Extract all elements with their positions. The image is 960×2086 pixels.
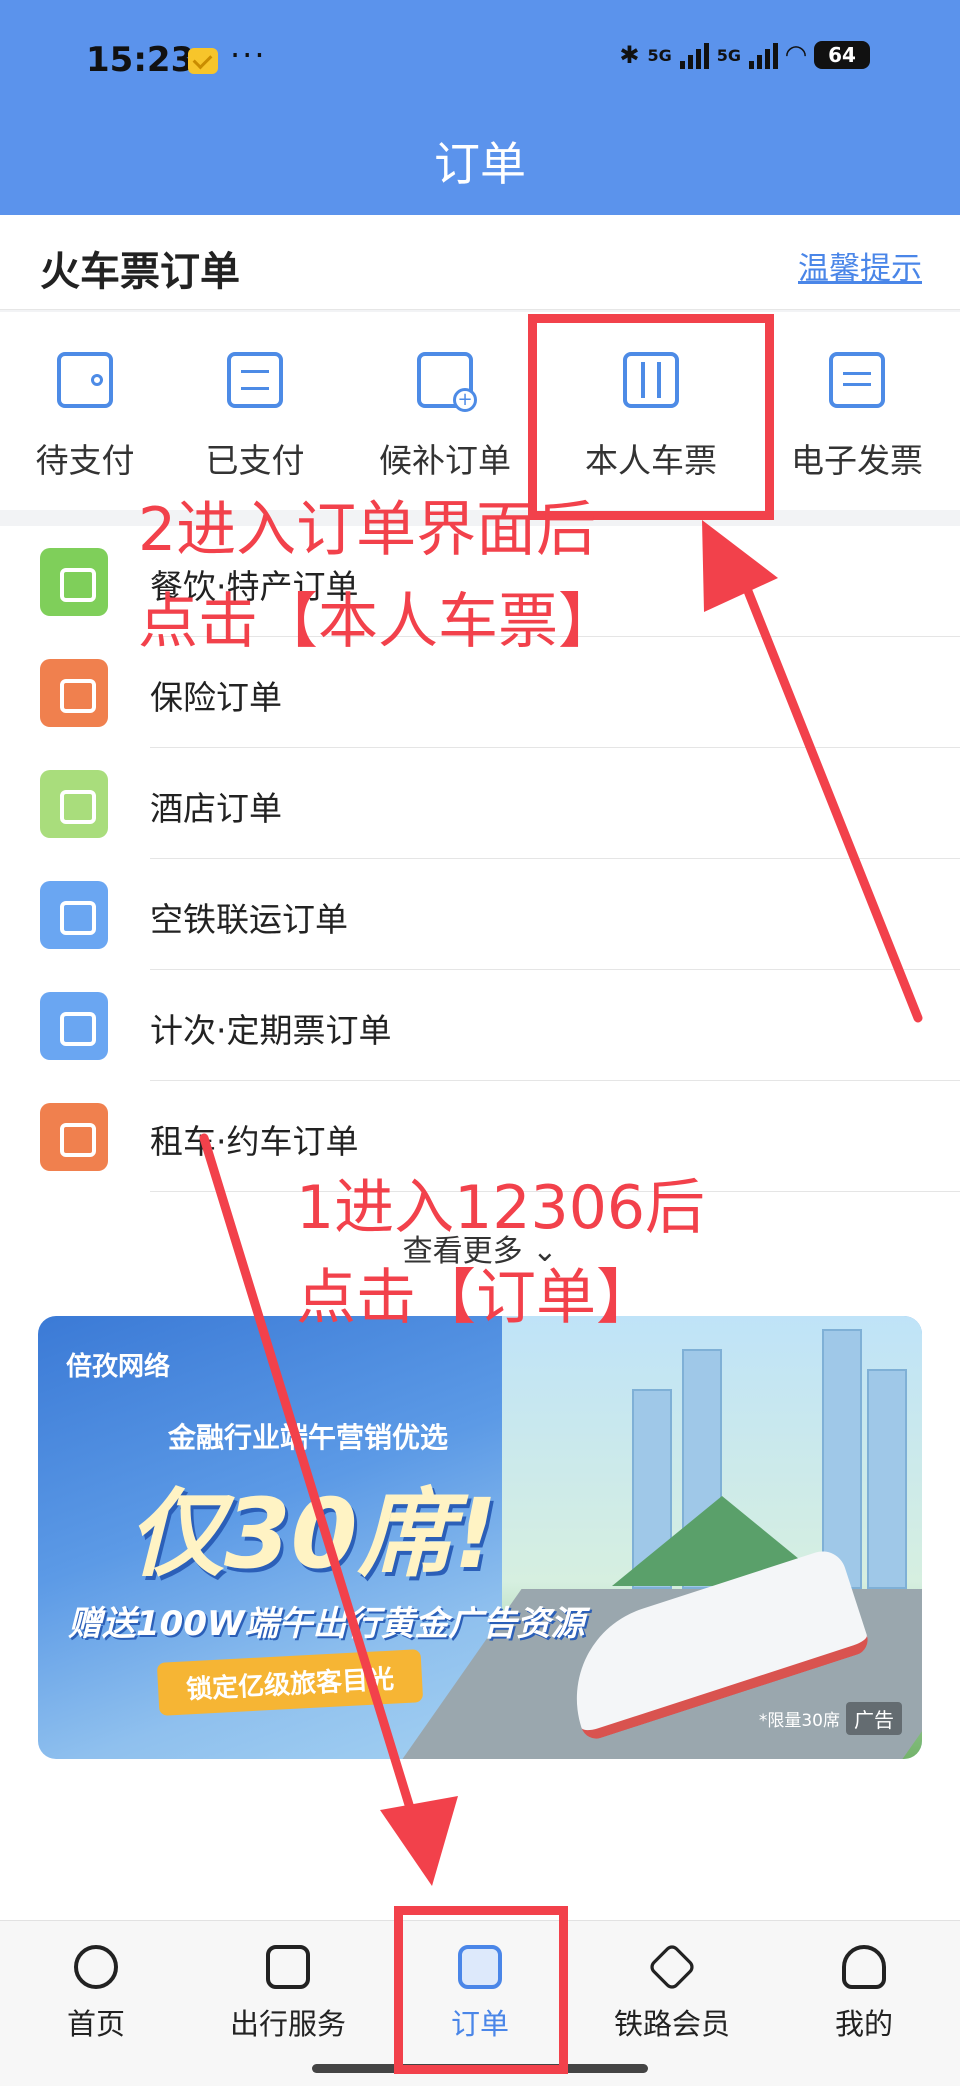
orders-screen: 15:23 ··· ✱ 5G 5G ◠ 64 订单 火车票订单 温馨提示 待支付… <box>0 0 960 2086</box>
annotation-arrows <box>199 520 923 1886</box>
arrow-to-my-tickets <box>702 520 923 1023</box>
arrow-to-orders-nav <box>199 1133 458 1886</box>
